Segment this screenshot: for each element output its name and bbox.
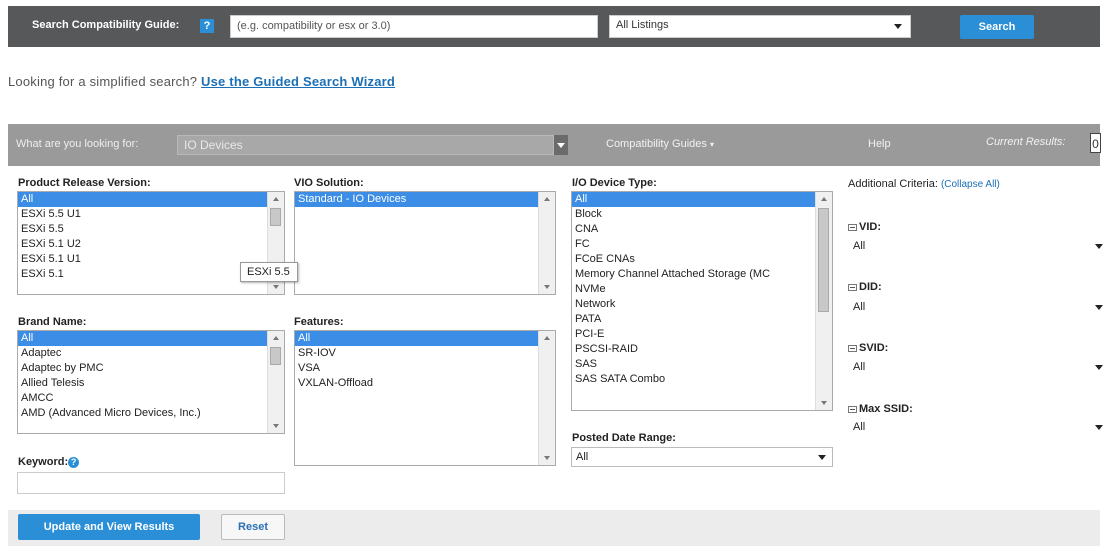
list-item[interactable]: SAS SATA Combo [572,372,832,387]
list-item[interactable]: CNA [572,222,832,237]
list-item[interactable]: All [18,331,284,346]
additional-criteria-label: Additional Criteria: [848,178,938,190]
search-bar: Search Compatibility Guide: ? (e.g. comp… [8,6,1100,47]
search-criteria-panel: Product Release Version: All ESXi 5.5 U1… [8,166,1108,510]
help-icon[interactable]: ? [200,19,214,33]
list-item[interactable]: ESXi 5.5 U1 [18,207,284,222]
chevron-down-icon [818,455,826,460]
features-label: Features: [294,316,344,328]
collapse-icon[interactable] [848,344,857,352]
brand-name-label: Brand Name: [18,316,87,328]
list-item[interactable]: Adaptec [18,346,284,361]
list-item[interactable]: FCoE CNAs [572,252,832,267]
list-item[interactable]: Block [572,207,832,222]
collapse-all-link[interactable]: (Collapse All) [941,179,1000,190]
device-category-select[interactable]: IO Devices [177,135,554,155]
list-item[interactable]: All [18,192,284,207]
reset-button[interactable]: Reset [221,514,285,540]
listing-select[interactable]: All Listings [609,15,911,38]
guided-search-prompt: Looking for a simplified search? Use the… [8,74,395,89]
compatibility-guides-menu[interactable]: Compatibility Guides ▾ [606,138,714,150]
search-input[interactable]: (e.g. compatibility or esx or 3.0) [230,15,598,38]
posted-date-label: Posted Date Range: [572,432,676,444]
list-item[interactable]: Allied Telesis [18,376,284,391]
guided-search-text: Looking for a simplified search? [8,74,198,89]
looking-for-label: What are you looking for: [16,138,139,150]
did-select[interactable]: All [848,297,1108,317]
current-results-count: 0 [1090,133,1101,153]
list-item[interactable]: VXLAN-Offload [295,376,555,391]
list-item[interactable]: All [295,331,555,346]
list-item[interactable]: All [572,192,832,207]
vid-select[interactable]: All [848,236,1108,256]
chevron-down-icon [1095,244,1103,249]
action-bar: Update and View Results Reset [8,510,1100,546]
collapse-icon[interactable] [848,283,857,291]
list-item[interactable]: PCI-E [572,327,832,342]
posted-date-value: All [576,451,589,463]
update-results-button[interactable]: Update and View Results [18,514,200,540]
search-guide-label: Search Compatibility Guide: [32,19,180,31]
io-device-type-listbox[interactable]: All Block CNA FC FCoE CNAs Memory Channe… [571,191,833,411]
list-item[interactable]: Memory Channel Attached Storage (MC [572,267,832,282]
chevron-down-icon[interactable] [554,135,568,155]
chevron-down-icon [1095,425,1103,430]
product-release-label: Product Release Version: [18,177,151,189]
scrollbar[interactable] [538,192,555,294]
filter-header-bar: What are you looking for: IO Devices Com… [8,124,1101,166]
features-listbox[interactable]: All SR-IOV VSA VXLAN-Offload [294,330,556,466]
list-item[interactable]: Network [572,297,832,312]
list-item[interactable]: NVMe [572,282,832,297]
info-icon[interactable]: ? [68,456,80,468]
list-item[interactable]: PSCSI-RAID [572,342,832,357]
vid-criterion[interactable]: VID: [848,221,881,233]
did-criterion[interactable]: DID: [848,281,882,293]
list-item[interactable]: AMD (Advanced Micro Devices, Inc.) [18,406,284,421]
chevron-down-icon [894,24,902,29]
max-ssid-select[interactable]: All [848,417,1108,437]
list-item[interactable]: Adaptec by PMC [18,361,284,376]
keyword-input[interactable] [17,472,285,494]
chevron-down-icon: ▾ [709,140,714,149]
listing-select-value: All Listings [616,19,669,31]
scrollbar[interactable] [815,192,832,410]
additional-criteria: Additional Criteria: (Collapse All) [848,178,1000,190]
guided-search-link[interactable]: Use the Guided Search Wizard [201,74,395,89]
list-item[interactable]: Standard - IO Devices [295,192,555,207]
vio-solution-listbox[interactable]: Standard - IO Devices [294,191,556,295]
list-item[interactable]: ESXi 5.1 U2 [18,237,284,252]
brand-name-listbox[interactable]: All Adaptec Adaptec by PMC Allied Telesi… [17,330,285,434]
list-item[interactable]: SR-IOV [295,346,555,361]
scrollbar[interactable] [267,331,284,433]
tooltip: ESXi 5.5 [240,262,298,282]
help-link[interactable]: Help [868,138,891,150]
io-device-type-label: I/O Device Type: [572,177,657,189]
list-item[interactable]: VSA [295,361,555,376]
max-ssid-criterion[interactable]: Max SSID: [848,403,913,415]
svid-criterion[interactable]: SVID: [848,342,888,354]
list-item[interactable]: PATA [572,312,832,327]
collapse-icon[interactable] [848,405,857,413]
chevron-down-icon [1095,305,1103,310]
collapse-icon[interactable] [848,223,857,231]
svid-select[interactable]: All [848,357,1108,377]
list-item[interactable]: SAS [572,357,832,372]
list-item[interactable]: ESXi 5.5 [18,222,284,237]
search-button[interactable]: Search [960,15,1034,39]
scrollbar[interactable] [538,331,555,465]
list-item[interactable]: FC [572,237,832,252]
list-item[interactable]: AMCC [18,391,284,406]
posted-date-select[interactable]: All [571,447,833,467]
keyword-label: Keyword:? [18,456,80,468]
chevron-down-icon [1095,365,1103,370]
vio-solution-label: VIO Solution: [294,177,364,189]
current-results-label: Current Results: [986,136,1066,148]
